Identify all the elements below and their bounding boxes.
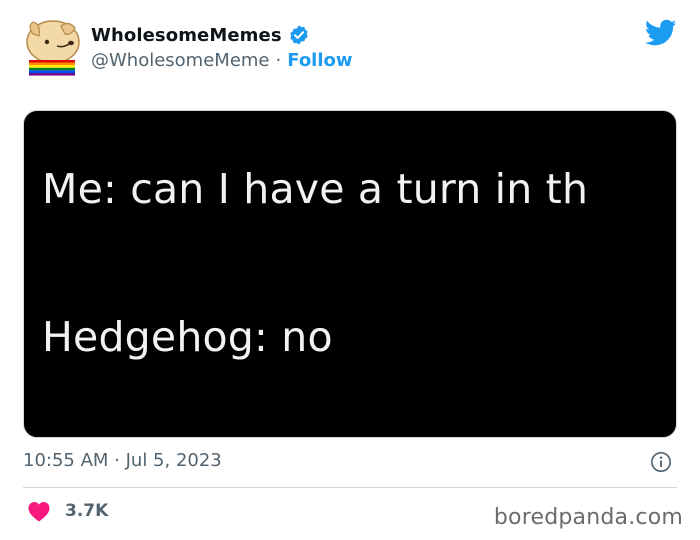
tweet-media-image[interactable]: Me: can I have a turn in th Hedgehog: no xyxy=(23,110,677,438)
tweet-card: WholesomeMemes @WholesomeMeme · Follow M… xyxy=(0,0,700,540)
like-row: 3.7K xyxy=(27,500,108,522)
heart-icon[interactable] xyxy=(27,500,51,522)
media-text-line-2: Hedgehog: no xyxy=(42,313,333,361)
author-handle-row: @WholesomeMeme · Follow xyxy=(91,50,353,71)
author-display-name[interactable]: WholesomeMemes xyxy=(91,25,282,46)
info-icon[interactable] xyxy=(650,451,672,473)
separator-dot: · xyxy=(275,50,282,71)
divider xyxy=(23,487,677,488)
author-name-row: WholesomeMemes xyxy=(91,24,310,46)
follow-button[interactable]: Follow xyxy=(287,50,352,71)
watermark: boredpanda.com xyxy=(493,505,683,530)
like-count[interactable]: 3.7K xyxy=(65,501,108,521)
twitter-bird-icon[interactable] xyxy=(645,19,677,47)
dog-avatar-icon[interactable] xyxy=(23,16,81,76)
author-handle[interactable]: @WholesomeMeme xyxy=(91,50,270,71)
tweet-timestamp[interactable]: 10:55 AM · Jul 5, 2023 xyxy=(23,450,222,471)
verified-badge-icon xyxy=(289,25,308,45)
media-text-line-1: Me: can I have a turn in th xyxy=(42,165,589,213)
